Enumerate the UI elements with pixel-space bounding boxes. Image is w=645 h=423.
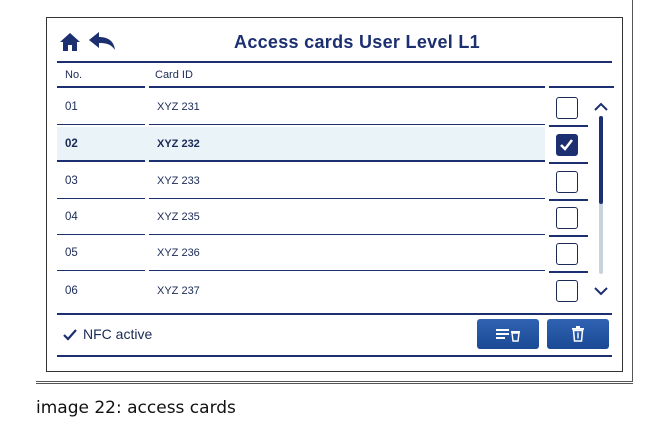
access-cards-screen: Access cards User Level L1 No. Card ID 0… xyxy=(46,17,623,372)
footer-divider xyxy=(57,313,612,315)
header-divider xyxy=(149,86,545,88)
row-checkbox[interactable] xyxy=(556,171,578,193)
card-id: XYZ 232 xyxy=(157,138,200,150)
row-number: 05 xyxy=(65,247,78,259)
scroll-up-icon[interactable] xyxy=(593,100,609,112)
row-divider xyxy=(57,233,145,235)
row-number: 06 xyxy=(65,285,78,297)
checkbox-divider xyxy=(549,162,588,164)
clear-list-icon xyxy=(496,329,520,342)
table-row-selected[interactable]: 02 XYZ 232 xyxy=(57,127,545,162)
row-checkbox[interactable] xyxy=(556,207,578,229)
row-divider xyxy=(149,123,545,125)
checkbox-divider xyxy=(549,271,588,273)
checkbox-divider xyxy=(549,199,588,201)
row-number: 03 xyxy=(65,175,78,187)
scrollbar-thumb[interactable] xyxy=(599,116,603,204)
delete-button[interactable] xyxy=(547,319,609,349)
table-row[interactable]: 05 XYZ 236 xyxy=(57,236,545,271)
card-id: XYZ 235 xyxy=(157,211,200,223)
row-divider xyxy=(57,123,145,125)
row-divider xyxy=(149,269,545,271)
row-divider xyxy=(57,269,145,271)
scroll-down-icon[interactable] xyxy=(593,284,609,296)
column-header-card-id: Card ID xyxy=(155,69,193,81)
nfc-status: NFC active xyxy=(63,326,152,342)
table-row[interactable]: 04 XYZ 235 xyxy=(57,200,545,235)
card-id: XYZ 237 xyxy=(157,285,200,297)
row-number: 01 xyxy=(65,101,78,113)
row-number: 04 xyxy=(65,211,78,223)
row-divider xyxy=(149,160,545,162)
row-checkbox-checked[interactable] xyxy=(556,134,578,156)
title-divider xyxy=(57,61,612,63)
row-checkbox[interactable] xyxy=(556,243,578,265)
checkbox-divider xyxy=(549,235,588,237)
column-header-no: No. xyxy=(65,69,83,81)
home-icon[interactable] xyxy=(59,31,81,58)
clear-list-button[interactable] xyxy=(477,319,539,349)
row-number: 02 xyxy=(65,138,78,150)
row-divider xyxy=(149,197,545,199)
checkmark-icon xyxy=(560,139,573,151)
card-id: XYZ 233 xyxy=(157,175,200,187)
header-divider xyxy=(549,86,614,88)
nfc-status-label: NFC active xyxy=(83,326,153,342)
row-divider xyxy=(149,233,545,235)
table-row[interactable]: 06 XYZ 237 xyxy=(57,274,545,309)
checkbox-divider xyxy=(549,125,588,127)
card-id: XYZ 231 xyxy=(157,101,200,113)
row-checkbox[interactable] xyxy=(556,97,578,119)
figure-caption: image 22: access cards xyxy=(36,383,633,418)
row-divider xyxy=(57,160,145,162)
page-title: Access cards User Level L1 xyxy=(234,32,480,52)
row-divider xyxy=(57,197,145,199)
table-row[interactable]: 01 XYZ 231 xyxy=(57,90,545,125)
table-row[interactable]: 03 XYZ 233 xyxy=(57,164,545,199)
header-divider xyxy=(57,86,145,88)
checkmark-icon xyxy=(63,329,77,341)
card-id: XYZ 236 xyxy=(157,247,200,259)
trash-icon xyxy=(572,326,584,342)
row-checkbox[interactable] xyxy=(556,280,578,302)
bottom-divider xyxy=(57,355,612,357)
